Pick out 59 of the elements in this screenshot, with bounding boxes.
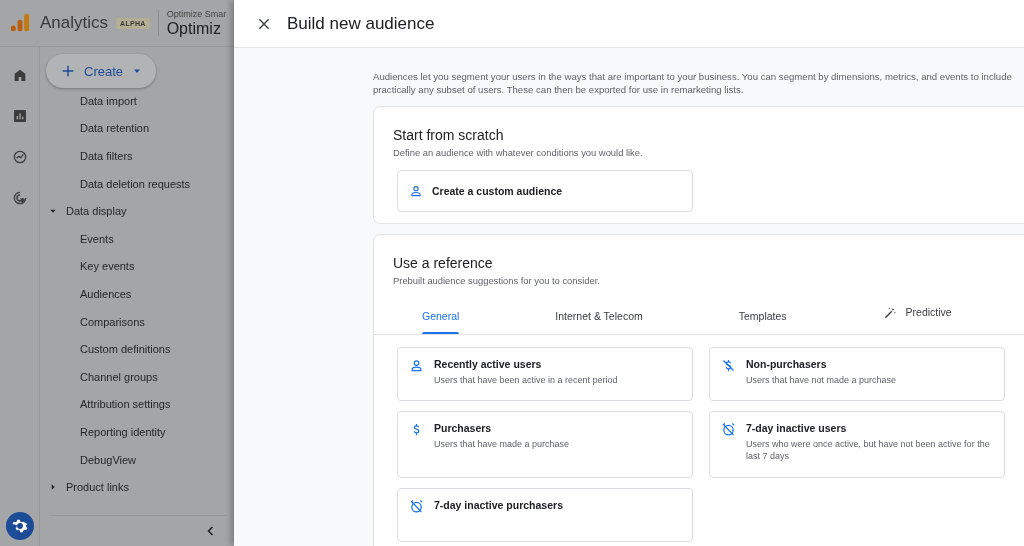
suggestion-description: Users who were once active, but have not been active for the last 7 days bbox=[746, 438, 991, 462]
tab-indicator bbox=[422, 332, 460, 334]
nav-item[interactable]: Channel groups bbox=[40, 362, 234, 391]
settings-button[interactable] bbox=[5, 512, 34, 540]
custom-audience-button[interactable]: Create a custom audience bbox=[397, 170, 693, 212]
section-title: Start from scratch bbox=[393, 127, 505, 143]
close-button[interactable] bbox=[257, 16, 271, 31]
tab[interactable]: General bbox=[374, 298, 508, 334]
suggestion-title: Non-purchasers bbox=[746, 358, 828, 370]
analytics-logo bbox=[10, 12, 30, 34]
product-name: Analytics bbox=[40, 13, 109, 33]
property-name[interactable]: Optimiz bbox=[166, 18, 227, 38]
create-button[interactable]: Create bbox=[46, 54, 156, 88]
alarm-off-icon bbox=[721, 422, 736, 437]
trend-circle-icon[interactable] bbox=[11, 149, 28, 165]
nav-item[interactable]: Comparisons bbox=[40, 307, 234, 336]
audience-suggestion[interactable]: 7-day inactive purchasers bbox=[397, 488, 693, 542]
suggestion-title: Purchasers bbox=[434, 422, 493, 434]
nav-item[interactable]: Reporting identity bbox=[40, 418, 234, 446]
intro-text: Audiences let you segment your users in the ways that are important to your business. You can segment by dimensions, metrics, and events to include practically any subset of users. These can then be exported for use in remarketing lists. bbox=[373, 70, 1013, 96]
nav-item[interactable]: Key events bbox=[40, 252, 234, 281]
caret-right-icon[interactable] bbox=[49, 483, 57, 492]
nav-item[interactable]: Data import bbox=[40, 87, 234, 115]
nav-item[interactable]: Data filters bbox=[40, 142, 234, 170]
section-title: Use a reference bbox=[393, 255, 494, 271]
suggestion-title: 7-day inactive purchasers bbox=[434, 499, 563, 511]
suggestion-title: Recently active users bbox=[434, 358, 543, 370]
suggestion-description: Users that have not made a purchase bbox=[746, 374, 897, 386]
tab[interactable]: Predictive bbox=[834, 298, 1000, 334]
suggestion-title: 7-day inactive users bbox=[746, 422, 848, 434]
nav-item[interactable]: Data retention bbox=[40, 114, 234, 143]
audience-suggestion[interactable]: Purchasers Users that have made a purchase bbox=[397, 411, 693, 478]
suggestion-description: Users that have been active in a recent period bbox=[434, 374, 618, 386]
nav-item[interactable]: Events bbox=[40, 224, 234, 253]
nav-item[interactable]: Custom definitions bbox=[40, 335, 234, 363]
audience-suggestion[interactable]: Non-purchasers Users that have not made a purchase bbox=[709, 347, 1005, 401]
tab[interactable]: Internet & Telecom bbox=[507, 298, 691, 334]
crossed-dollar-icon bbox=[721, 358, 736, 373]
alarm-off-icon bbox=[409, 499, 424, 514]
nav-item[interactable]: Data deletion requests bbox=[40, 169, 234, 198]
person-icon bbox=[409, 184, 423, 198]
account-name[interactable]: Optimize Smar bbox=[166, 8, 227, 19]
nav-item[interactable]: Audiences bbox=[40, 280, 234, 308]
plus-icon bbox=[60, 63, 76, 79]
person-icon bbox=[409, 358, 424, 373]
magic-wand-icon bbox=[882, 306, 897, 320]
section-subtitle: Prebuilt audience suggestions for you to consider. bbox=[393, 275, 601, 286]
nav-item[interactable]: Attribution settings bbox=[40, 390, 234, 419]
audience-suggestion[interactable]: Recently active users Users that have been active in a recent period bbox=[397, 347, 693, 401]
panel-title: Build new audience bbox=[287, 13, 435, 34]
nav-item[interactable]: DebugView bbox=[40, 445, 234, 474]
tab[interactable]: Templates bbox=[690, 298, 835, 334]
section-subtitle: Define an audience with whatever conditions you would like. bbox=[393, 147, 644, 158]
nav-section[interactable]: Product links bbox=[66, 481, 129, 494]
close-icon bbox=[257, 16, 271, 31]
audience-suggestion[interactable]: 7-day inactive users Users who were once active, but have not been active for the last 7 days bbox=[709, 411, 1005, 478]
suggestion-description: Users that have made a purchase bbox=[434, 438, 570, 450]
bar-chart-icon[interactable] bbox=[11, 108, 28, 124]
nav-section[interactable]: Data display bbox=[66, 205, 127, 218]
